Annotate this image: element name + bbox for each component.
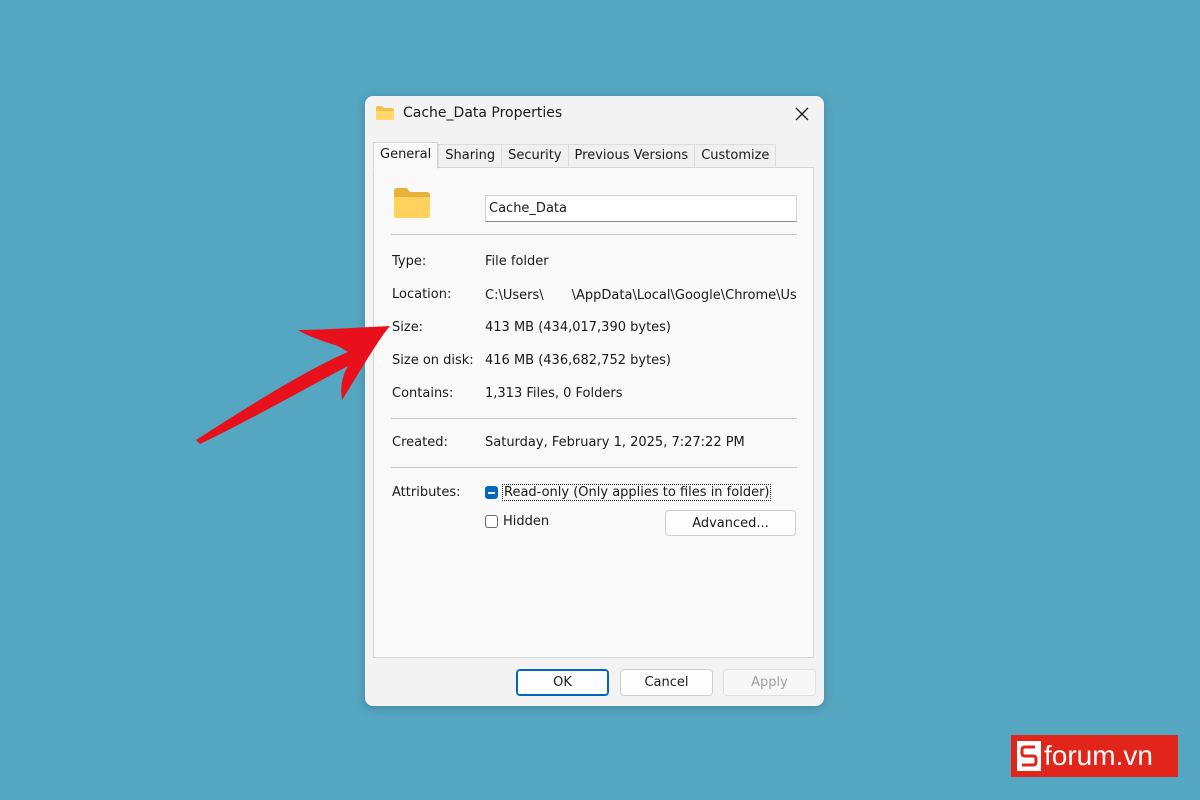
tab-strip: General Sharing Security Previous Versio… (373, 142, 777, 169)
size-on-disk-value: 416 MB (436,682,752 bytes) (485, 353, 672, 368)
close-button[interactable] (788, 100, 816, 128)
readonly-checkbox[interactable]: Read-only (Only applies to files in fold… (485, 484, 772, 501)
contains-label: Contains: (392, 386, 454, 401)
location-label: Location: (392, 287, 452, 302)
forum-watermark: forum.vn (1011, 735, 1178, 777)
watermark-text: forum.vn (1044, 740, 1153, 771)
tab-customize[interactable]: Customize (695, 144, 777, 168)
divider (391, 234, 797, 235)
attributes-label: Attributes: (392, 485, 461, 500)
readonly-checkbox-label: Read-only (Only applies to files in fold… (501, 484, 772, 501)
title-bar[interactable]: Cache_Data Properties (365, 96, 824, 132)
tab-previous-versions[interactable]: Previous Versions (568, 144, 696, 168)
location-value-end: \AppData\Local\Google\Chrome\Us (571, 288, 797, 303)
folder-icon (394, 188, 430, 218)
hidden-checkbox-label: Hidden (503, 514, 550, 529)
advanced-button[interactable]: Advanced... (665, 510, 796, 536)
tab-security[interactable]: Security (502, 144, 569, 168)
size-value: 413 MB (434,017,390 bytes) (485, 320, 672, 335)
created-label: Created: (392, 435, 448, 450)
folder-name-input[interactable] (485, 195, 797, 222)
location-value: C:\Users\ \AppData\Local\Google\Chrome\Us (485, 288, 798, 306)
sforum-logo-icon (1017, 741, 1041, 771)
readonly-checkbox-box[interactable] (485, 486, 498, 499)
location-value-start: C:\Users\ (485, 288, 544, 303)
close-icon (795, 107, 809, 121)
type-label: Type: (392, 254, 427, 269)
apply-button[interactable]: Apply (723, 669, 816, 696)
created-value: Saturday, February 1, 2025, 7:27:22 PM (485, 435, 745, 450)
tab-general[interactable]: General (373, 142, 439, 169)
divider (391, 467, 797, 468)
divider (391, 418, 797, 419)
window-title: Cache_Data Properties (403, 105, 563, 121)
annotation-arrow (196, 326, 390, 444)
tab-sharing[interactable]: Sharing (438, 144, 503, 168)
general-panel: Type: File folder Location: C:\Users\ \Ap… (373, 167, 814, 658)
size-on-disk-label: Size on disk: (392, 353, 474, 368)
cancel-button[interactable]: Cancel (620, 669, 713, 696)
contains-value: 1,313 Files, 0 Folders (485, 386, 623, 401)
type-value: File folder (485, 254, 549, 269)
hidden-checkbox[interactable]: Hidden (485, 514, 549, 529)
folder-icon (376, 106, 394, 120)
properties-dialog: Cache_Data Properties General Sharing Se… (365, 96, 824, 706)
hidden-checkbox-box[interactable] (485, 515, 498, 528)
ok-button[interactable]: OK (516, 669, 609, 696)
